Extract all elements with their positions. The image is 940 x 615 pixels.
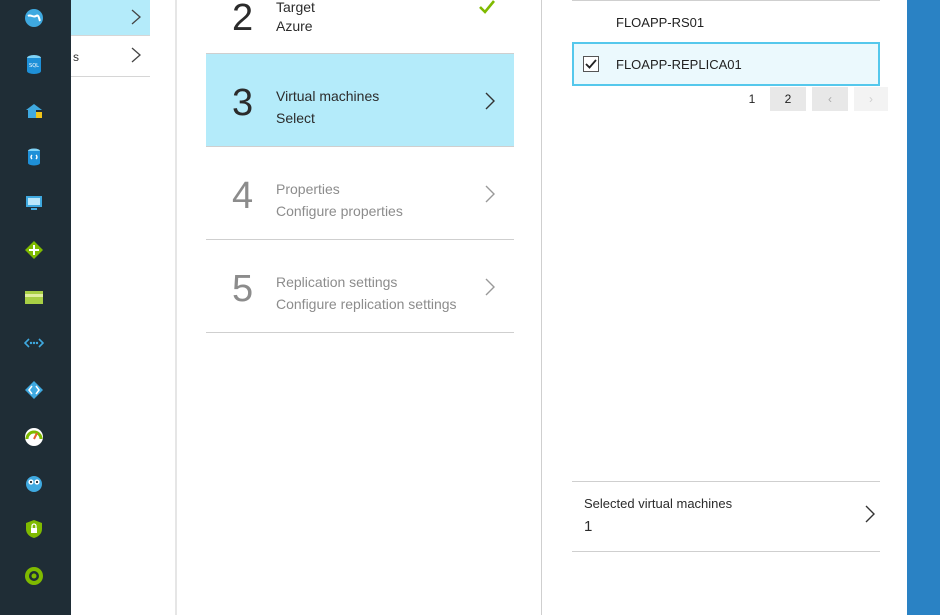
step-subtitle: Configure replication settings	[276, 296, 457, 312]
step-title: Virtual machines	[276, 88, 380, 104]
chevron-right-icon	[484, 184, 496, 209]
selected-vms-summary[interactable]: Selected virtual machines 1	[572, 481, 880, 552]
next-blade-edge	[907, 0, 940, 615]
code-diamond-icon[interactable]	[24, 380, 44, 400]
gauge-icon[interactable]	[24, 427, 44, 447]
wizard-step-target[interactable]: 2 Target Azure	[206, 0, 514, 54]
step-number: 3	[232, 82, 254, 124]
selected-vms-count: 1	[584, 518, 593, 535]
vm-name: FLOAPP-REPLICA01	[616, 57, 742, 72]
vm-checkbox[interactable]	[583, 56, 599, 72]
chevron-right-icon	[130, 46, 142, 69]
pagination: 1 2 ‹ ›	[734, 87, 888, 111]
chevron-right-icon	[130, 8, 142, 31]
step-number: 4	[232, 175, 254, 217]
wizard-step-virtual-machines[interactable]: 3 Virtual machines Select	[206, 54, 514, 147]
card-icon[interactable]	[24, 287, 44, 307]
blade-menu-item[interactable]: s	[71, 40, 150, 76]
monitor-icon[interactable]	[24, 193, 44, 213]
blade-menu-item-label: s	[73, 50, 79, 64]
wizard-step-properties[interactable]: 4 Properties Configure properties	[206, 147, 514, 240]
divider	[71, 35, 150, 36]
circle-power-icon[interactable]	[24, 566, 44, 586]
vm-list-item-selected[interactable]: FLOAPP-REPLICA01	[572, 42, 880, 86]
page-1-link[interactable]: 1	[734, 87, 770, 111]
page-2-current[interactable]: 2	[770, 87, 806, 111]
owl-icon[interactable]	[24, 473, 44, 493]
globe-icon[interactable]	[24, 8, 44, 28]
network-diamond-icon[interactable]	[24, 240, 44, 260]
connection-dots-icon[interactable]	[24, 333, 44, 353]
wizard-step-replication-settings[interactable]: 5 Replication settings Configure replica…	[206, 240, 514, 333]
vm-list-item[interactable]: FLOAPP-RS01	[572, 1, 880, 43]
vm-selection-blade: FLOAPP-RS01 FLOAPP-REPLICA01 1 2 ‹ › Sel…	[542, 0, 906, 615]
step-title: Target	[276, 0, 315, 15]
wizard-steps-blade: 2 Target Azure 3 Virtual machines Select…	[177, 0, 542, 615]
sql-database-icon[interactable]: SQL	[24, 54, 44, 74]
blade-menu: s	[71, 0, 176, 615]
step-subtitle: Azure	[276, 18, 313, 34]
prev-page-button[interactable]: ‹	[812, 87, 848, 111]
step-number: 5	[232, 268, 254, 310]
check-icon	[478, 0, 496, 20]
sql-badge: SQL	[29, 63, 39, 69]
vm-name: FLOAPP-RS01	[616, 15, 705, 30]
chevron-right-icon	[484, 91, 496, 116]
step-subtitle: Configure properties	[276, 203, 403, 219]
blade-menu-item-active[interactable]	[71, 0, 150, 35]
storage-cylinder-icon[interactable]	[24, 147, 44, 167]
step-subtitle: Select	[276, 110, 315, 126]
step-number: 2	[232, 0, 254, 39]
selected-vms-label: Selected virtual machines	[584, 496, 733, 511]
left-nav-rail: SQL	[0, 0, 71, 615]
next-page-button[interactable]: ›	[854, 87, 888, 111]
step-title: Properties	[276, 181, 340, 197]
building-icon[interactable]	[24, 101, 44, 121]
shield-lock-icon[interactable]	[24, 519, 44, 539]
divider	[71, 76, 150, 77]
chevron-right-icon	[864, 504, 876, 529]
step-title: Replication settings	[276, 274, 398, 290]
chevron-right-icon	[484, 277, 496, 302]
